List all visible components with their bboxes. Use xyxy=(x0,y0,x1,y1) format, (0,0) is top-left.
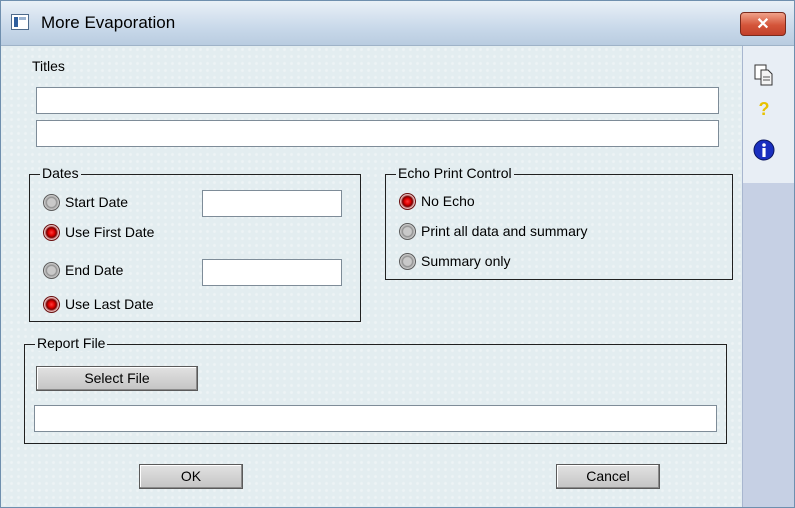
dates-legend: Dates xyxy=(40,165,81,181)
title-line-1-input[interactable] xyxy=(36,87,719,114)
echo-print-control-group: Echo Print Control No Echo Print all dat… xyxy=(385,165,733,280)
use-last-date-label: Use Last Date xyxy=(65,296,154,312)
app-icon xyxy=(11,14,29,30)
no-echo-label: No Echo xyxy=(421,193,475,209)
window-title: More Evaporation xyxy=(41,13,176,32)
use-first-date-label: Use First Date xyxy=(65,224,155,240)
dates-group: Dates Start Date Use First Date End Date… xyxy=(29,165,361,322)
report-file-path-input[interactable] xyxy=(34,405,717,432)
report-file-group: Report File Select File xyxy=(24,335,727,444)
copy-icon[interactable] xyxy=(751,63,777,89)
report-file-legend: Report File xyxy=(35,335,108,351)
print-all-data-label: Print all data and summary xyxy=(421,223,588,239)
info-icon[interactable] xyxy=(751,138,777,164)
dialog-body: Titles Dates Start Date Use First Date E… xyxy=(1,46,741,507)
use-last-date-radio-button[interactable] xyxy=(43,296,60,313)
print-all-data-radio-button[interactable] xyxy=(399,223,416,240)
end-date-radio-button[interactable] xyxy=(43,262,60,279)
titles-label: Titles xyxy=(32,58,65,74)
ok-button[interactable]: OK xyxy=(139,464,243,489)
echo-print-control-legend: Echo Print Control xyxy=(396,165,514,181)
start-date-label: Start Date xyxy=(65,194,129,210)
dialog-window: More Evaporation ✕ Titles Dates Start Da… xyxy=(0,0,795,508)
close-button[interactable]: ✕ xyxy=(740,12,786,36)
use-first-date-radio-button[interactable] xyxy=(43,224,60,241)
side-toolbar: ? xyxy=(742,46,794,507)
start-date-radio-button[interactable] xyxy=(43,194,60,211)
start-date-input[interactable] xyxy=(202,190,342,217)
end-date-label: End Date xyxy=(65,262,124,278)
select-file-button[interactable]: Select File xyxy=(36,366,198,391)
cancel-button[interactable]: Cancel xyxy=(556,464,660,489)
summary-only-radio-button[interactable] xyxy=(399,253,416,270)
help-icon[interactable]: ? xyxy=(751,99,777,125)
no-echo-radio-button[interactable] xyxy=(399,193,416,210)
title-line-2-input[interactable] xyxy=(36,120,719,147)
summary-only-label: Summary only xyxy=(421,253,511,269)
title-bar[interactable]: More Evaporation ✕ xyxy=(1,1,794,46)
end-date-input[interactable] xyxy=(202,259,342,286)
